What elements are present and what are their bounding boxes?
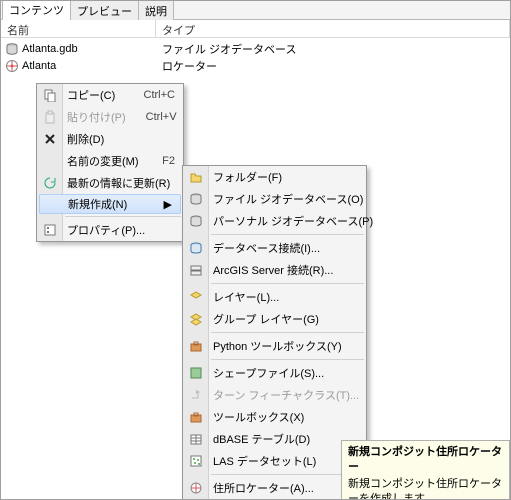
menu-new-grouplayer[interactable]: グループ レイヤー(G)	[183, 308, 366, 330]
table-icon	[188, 431, 204, 447]
copy-icon	[42, 87, 58, 103]
menu-separator	[211, 332, 364, 333]
context-submenu-new: フォルダー(F) ファイル ジオデータベース(O) パーソナル ジオデータベース…	[182, 165, 367, 500]
tab-strip: コンテンツ プレビュー 説明	[1, 1, 510, 20]
item-type: ロケーター	[156, 58, 510, 74]
menu-label: コピー(C)	[67, 87, 115, 103]
menu-new-shapefile[interactable]: シェープファイル(S)...	[183, 362, 366, 384]
menu-new-layer[interactable]: レイヤー(L)...	[183, 286, 366, 308]
menu-label: dBASE テーブル(D)	[213, 431, 310, 447]
shortcut-hint: F2	[142, 155, 175, 167]
server-icon	[188, 262, 204, 278]
geodatabase-icon	[188, 213, 204, 229]
menu-copy[interactable]: コピー(C) Ctrl+C	[37, 84, 183, 106]
menu-label: 削除(D)	[67, 131, 104, 147]
tooltip: 新規コンポジット住所ロケーター 新規コンポジット住所ロケーターを作成します	[341, 440, 510, 500]
menu-new-las[interactable]: LAS データセット(L)	[183, 450, 366, 472]
menu-new[interactable]: 新規作成(N) ▶	[39, 194, 181, 214]
menu-label: ツールボックス(X)	[213, 409, 304, 425]
menu-label: 住所ロケーター(A)...	[213, 480, 314, 496]
menu-label: ファイル ジオデータベース(O)	[213, 191, 363, 207]
menu-label: パーソナル ジオデータベース(P)	[213, 213, 373, 229]
menu-separator	[65, 216, 181, 217]
menu-new-pytoolbox[interactable]: Python ツールボックス(Y)	[183, 335, 366, 357]
tab-label: プレビュー	[77, 6, 132, 18]
refresh-icon	[42, 175, 58, 191]
locator-icon	[5, 59, 19, 73]
menu-label: Python ツールボックス(Y)	[213, 338, 342, 354]
menu-delete[interactable]: 削除(D)	[37, 128, 183, 150]
menu-label: フォルダー(F)	[213, 169, 282, 185]
item-type: ファイル ジオデータベース	[156, 41, 510, 57]
menu-separator	[211, 234, 364, 235]
menu-new-pgdb[interactable]: パーソナル ジオデータベース(P)	[183, 210, 366, 232]
shortcut-hint: Ctrl+C	[124, 89, 175, 101]
menu-new-folder[interactable]: フォルダー(F)	[183, 166, 366, 188]
menu-label: ArcGIS Server 接続(R)...	[213, 262, 333, 278]
menu-properties[interactable]: プロパティ(P)...	[37, 219, 183, 241]
menu-label: プロパティ(P)...	[67, 222, 145, 238]
tooltip-body: 新規コンポジット住所ロケーターを作成します	[348, 477, 503, 500]
properties-icon	[42, 222, 58, 238]
menu-new-turnfc: ターン フィーチャクラス(T)...	[183, 384, 366, 406]
menu-label: 貼り付け(P)	[67, 109, 126, 125]
toolbox-icon	[188, 338, 204, 354]
menu-paste: 貼り付け(P) Ctrl+V	[37, 106, 183, 128]
menu-label: ターン フィーチャクラス(T)...	[213, 387, 359, 403]
geodatabase-icon	[188, 191, 204, 207]
tab-contents[interactable]: コンテンツ	[2, 0, 71, 20]
item-name: Atlanta.gdb	[22, 43, 78, 55]
col-type[interactable]: タイプ	[156, 20, 510, 37]
group-layer-icon	[188, 311, 204, 327]
context-menu: コピー(C) Ctrl+C 貼り付け(P) Ctrl+V 削除(D) 名前の変更…	[36, 83, 184, 242]
new-icon	[43, 197, 59, 213]
catalog-window: コンテンツ プレビュー 説明 名前 タイプ Atlanta.gdb ファイル ジ…	[0, 0, 511, 500]
menu-label: 名前の変更(M)	[67, 153, 139, 169]
menu-separator	[211, 283, 364, 284]
menu-label: シェープファイル(S)...	[213, 365, 324, 381]
col-name[interactable]: 名前	[1, 20, 156, 37]
tab-label: 説明	[145, 6, 167, 18]
menu-separator	[211, 359, 364, 360]
list-item[interactable]: Atlanta ロケーター	[1, 57, 510, 74]
menu-rename[interactable]: 名前の変更(M) F2	[37, 150, 183, 172]
folder-icon	[188, 169, 204, 185]
item-list: Atlanta.gdb ファイル ジオデータベース Atlanta ロケーター	[1, 38, 510, 76]
paste-icon	[42, 109, 58, 125]
database-connection-icon	[188, 240, 204, 256]
menu-label: グループ レイヤー(G)	[213, 311, 319, 327]
menu-new-dbconn[interactable]: データベース接続(I)...	[183, 237, 366, 259]
delete-icon	[42, 131, 58, 147]
locator-icon	[188, 480, 204, 496]
tab-preview[interactable]: プレビュー	[70, 0, 139, 20]
menu-refresh[interactable]: 最新の情報に更新(R) F5	[37, 172, 183, 194]
las-icon	[188, 453, 204, 469]
menu-new-filegdb[interactable]: ファイル ジオデータベース(O)	[183, 188, 366, 210]
layer-icon	[188, 289, 204, 305]
menu-label: データベース接続(I)...	[213, 240, 320, 256]
shortcut-hint: Ctrl+V	[126, 111, 177, 123]
item-name: Atlanta	[22, 60, 56, 72]
menu-new-ags[interactable]: ArcGIS Server 接続(R)...	[183, 259, 366, 281]
turn-icon	[188, 387, 204, 403]
list-item[interactable]: Atlanta.gdb ファイル ジオデータベース	[1, 40, 510, 57]
menu-new-address-locator[interactable]: 住所ロケーター(A)...	[183, 477, 366, 499]
submenu-arrow-icon: ▶	[154, 198, 172, 211]
tab-label: コンテンツ	[9, 5, 64, 17]
shapefile-icon	[188, 365, 204, 381]
tab-info[interactable]: 説明	[138, 0, 174, 20]
menu-new-toolbox[interactable]: ツールボックス(X)	[183, 406, 366, 428]
column-header: 名前 タイプ	[1, 20, 510, 38]
menu-label: 最新の情報に更新(R)	[67, 175, 170, 191]
geodatabase-icon	[5, 42, 19, 56]
menu-label: レイヤー(L)...	[213, 289, 279, 305]
rename-icon	[42, 153, 58, 169]
menu-label: 新規作成(N)	[68, 196, 127, 212]
menu-new-dbf[interactable]: dBASE テーブル(D)	[183, 428, 366, 450]
tooltip-title: 新規コンポジット住所ロケーター	[348, 445, 503, 475]
toolbox-icon	[188, 409, 204, 425]
menu-label: LAS データセット(L)	[213, 453, 316, 469]
